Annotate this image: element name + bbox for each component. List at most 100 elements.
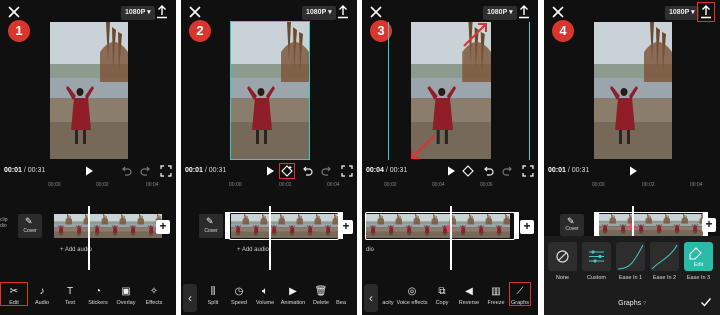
export-icon[interactable] [697, 2, 715, 22]
add-clip-button[interactable]: + [339, 220, 353, 234]
zoom-arrow-icon [411, 135, 435, 159]
tool-label: Speed [231, 300, 247, 306]
cover-button[interactable]: Cover [560, 214, 584, 236]
tool-edit[interactable]: ✂ Edit [0, 282, 28, 306]
ruler-tick: 00:06 [480, 182, 493, 188]
scissors-icon: ✂ [9, 286, 19, 297]
play-icon[interactable] [627, 165, 639, 177]
step-badge: 2 [189, 20, 211, 42]
add-clip-button[interactable]: + [156, 220, 170, 234]
graph-option-ease-in-2[interactable]: Ease In 2 [650, 242, 679, 281]
tool-animation[interactable]: ▶ Animation [278, 282, 308, 306]
trim-handle-left[interactable] [594, 212, 599, 236]
tool-graphs[interactable]: ⟋ Graphs [509, 282, 531, 306]
tool-volume[interactable]: 🔈︎ Volume [252, 282, 278, 306]
close-icon[interactable] [187, 4, 203, 20]
cover-button[interactable]: Cover [18, 214, 42, 238]
opacity-icon [381, 286, 395, 298]
play-icon[interactable] [83, 165, 95, 177]
resolution-button[interactable]: 1080P ▾ [665, 6, 699, 20]
trim-handle-right[interactable] [514, 212, 519, 239]
option-label: Custom [587, 275, 606, 281]
playhead[interactable] [450, 206, 452, 270]
cover-button[interactable]: Cover [199, 214, 223, 238]
export-icon[interactable] [155, 4, 169, 20]
close-icon[interactable] [6, 4, 22, 20]
video-preview[interactable] [50, 22, 128, 159]
help-icon[interactable]: ? [643, 301, 646, 307]
close-icon[interactable] [368, 4, 384, 20]
timeline-ruler: 00:00 00:02 00:04 [544, 181, 720, 191]
video-preview[interactable] [594, 22, 672, 159]
redo-icon[interactable] [502, 165, 514, 177]
zoom-arrow-icon [463, 23, 487, 47]
tool-label: Text [64, 300, 76, 306]
tool-opacity[interactable]: acity [381, 282, 395, 306]
back-button[interactable]: ‹ [364, 284, 378, 312]
undo-icon[interactable] [301, 165, 313, 177]
graph-option-none[interactable]: None [548, 242, 577, 281]
graph-option-ease-in-3[interactable]: Edit Ease In 3 [684, 242, 713, 281]
panel-step-4: 1080P ▾ 4 00:01 / 00:31 00:00 00:02 00:0… [544, 0, 720, 315]
fullscreen-icon[interactable] [522, 165, 534, 177]
tool-voice-effects[interactable]: ◎ Voice effects [395, 282, 429, 306]
add-audio-button[interactable]: + Add audio [233, 244, 269, 256]
ruler-tick: 00:00 [48, 182, 61, 188]
tool-label: Animation [280, 300, 306, 306]
clip-selection[interactable] [365, 212, 519, 240]
undo-icon[interactable] [120, 165, 132, 177]
ruler-tick: 00:02 [279, 182, 292, 188]
add-clip-button[interactable]: + [702, 218, 716, 232]
tool-copy[interactable]: ⧉ Copy [429, 282, 455, 306]
tool-label: Stickers [88, 300, 108, 306]
playhead[interactable] [632, 206, 634, 236]
redo-icon[interactable] [140, 165, 152, 177]
keyframe-add-icon[interactable] [279, 163, 295, 179]
tool-speed[interactable]: ◷ Speed [226, 282, 252, 306]
tool-audio[interactable]: ♪ Audio [28, 282, 56, 306]
clip-selection[interactable] [594, 212, 708, 237]
resolution-button[interactable]: 1080P ▾ [483, 6, 517, 20]
play-icon[interactable] [445, 165, 457, 177]
tool-effects[interactable]: ✧ Effects [140, 282, 168, 306]
video-track[interactable] [54, 214, 162, 238]
video-preview[interactable] [230, 21, 310, 160]
fullscreen-icon[interactable] [160, 165, 172, 177]
effects-icon: ✧ [149, 286, 159, 297]
close-icon[interactable] [550, 4, 566, 20]
back-button[interactable]: ‹ [183, 284, 197, 312]
clip-sound-toggle[interactable]: clip dio [0, 217, 8, 229]
redo-icon[interactable] [321, 165, 333, 177]
graph-option-custom[interactable]: Custom [582, 242, 611, 281]
export-icon[interactable] [336, 4, 350, 20]
confirm-check-icon[interactable] [700, 296, 712, 308]
add-audio-button[interactable]: + Add audio [56, 244, 92, 256]
trim-handle-left[interactable] [225, 212, 230, 239]
keyframe-icon[interactable] [462, 165, 474, 177]
resolution-button[interactable]: 1080P ▾ [121, 6, 155, 20]
playhead[interactable] [88, 206, 90, 270]
tool-overlay[interactable]: ▣ Overlay [112, 282, 140, 306]
fullscreen-icon[interactable] [341, 165, 353, 177]
resolution-button[interactable]: 1080P ▾ [302, 6, 336, 20]
clip-selection[interactable] [225, 212, 343, 240]
tool-text[interactable]: T Text [56, 282, 84, 306]
tool-delete[interactable]: 🗑︎ Delete [308, 282, 334, 306]
playhead[interactable] [269, 206, 271, 270]
tool-label: Freeze [487, 300, 505, 306]
tool-reverse[interactable]: ◀ Reverse [455, 282, 483, 306]
add-clip-button[interactable]: + [520, 220, 534, 234]
tool-label: acity [382, 300, 394, 306]
graph-option-ease-in-1[interactable]: Ease In 1 [616, 242, 645, 281]
playback-bar: 00:01 / 00:31 [544, 163, 720, 179]
export-icon[interactable] [517, 4, 531, 20]
play-icon[interactable] [264, 165, 276, 177]
tool-split[interactable]: ⫼ Split [200, 282, 226, 306]
tool-label: Bea [336, 300, 346, 306]
tool-freeze[interactable]: ▥ Freeze [483, 282, 509, 306]
tool-more[interactable]: Bea [334, 282, 348, 306]
playback-bar: 00:04 / 00:31 [362, 163, 538, 179]
undo-icon[interactable] [482, 165, 494, 177]
playback-bar: 00:01 / 00:31 [0, 163, 176, 179]
tool-stickers[interactable]: ◔ Stickers [84, 282, 112, 306]
